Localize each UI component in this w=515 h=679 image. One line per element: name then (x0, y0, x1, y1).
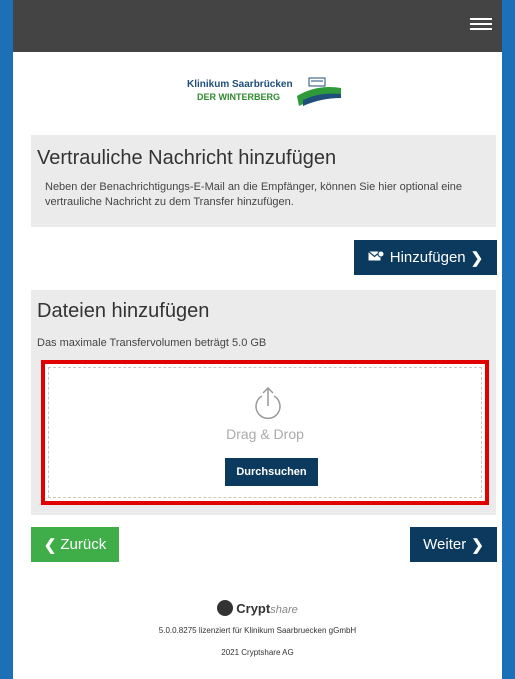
back-button[interactable]: ❮ Zurück (31, 527, 119, 562)
chevron-right-icon: ❯ (470, 249, 484, 267)
next-button[interactable]: Weiter ❯ (410, 527, 497, 562)
cryptshare-logo: Cryptshare (13, 600, 502, 616)
cryptshare-icon (217, 600, 234, 616)
brand-light: share (270, 604, 298, 616)
next-label: Weiter (423, 536, 467, 553)
dropzone-area[interactable]: Drag & Drop Durchsuchen (48, 367, 482, 498)
confidential-message-panel: Vertrauliche Nachricht hinzufügen Neben … (31, 135, 496, 227)
copyright-text: 2021 Cryptshare AG (221, 648, 294, 657)
envelope-icon (367, 250, 385, 265)
message-section-title: Vertrauliche Nachricht hinzufügen (37, 147, 337, 169)
add-message-button[interactable]: Hinzufügen ❯ (354, 240, 497, 275)
browse-button[interactable]: Durchsuchen (225, 458, 318, 486)
file-dropzone[interactable]: Drag & Drop Durchsuchen (41, 360, 489, 505)
add-message-label: Hinzufügen (389, 249, 466, 266)
message-section-description: Neben der Benachrichtigungs-E-Mail an di… (45, 181, 463, 208)
files-section-description: Das maximale Transfervolumen beträgt 5.0… (37, 337, 267, 349)
chevron-right-icon: ❯ (471, 536, 484, 554)
files-section-title: Dateien hinzufügen (37, 300, 210, 322)
top-bar (13, 0, 502, 52)
logo-line2: DER WINTERBERG (197, 92, 280, 102)
clinic-logo: Klinikum Saarbrücken DER WINTERBERG (185, 72, 349, 122)
back-label: Zurück (60, 536, 107, 553)
app-frame: Klinikum Saarbrücken DER WINTERBERG Vert… (0, 0, 515, 679)
logo-line1: Klinikum Saarbrücken (187, 79, 293, 90)
chevron-left-icon: ❮ (43, 536, 57, 554)
license-text: 5.0.0.8275 lizenziert für Klinikum Saarb… (158, 626, 357, 635)
upload-icon (255, 386, 281, 420)
drag-drop-text: Drag & Drop (226, 426, 304, 442)
hamburger-menu-icon[interactable] (470, 15, 492, 37)
logo-graphic (297, 77, 341, 106)
brand-bold: Crypt (236, 601, 271, 616)
